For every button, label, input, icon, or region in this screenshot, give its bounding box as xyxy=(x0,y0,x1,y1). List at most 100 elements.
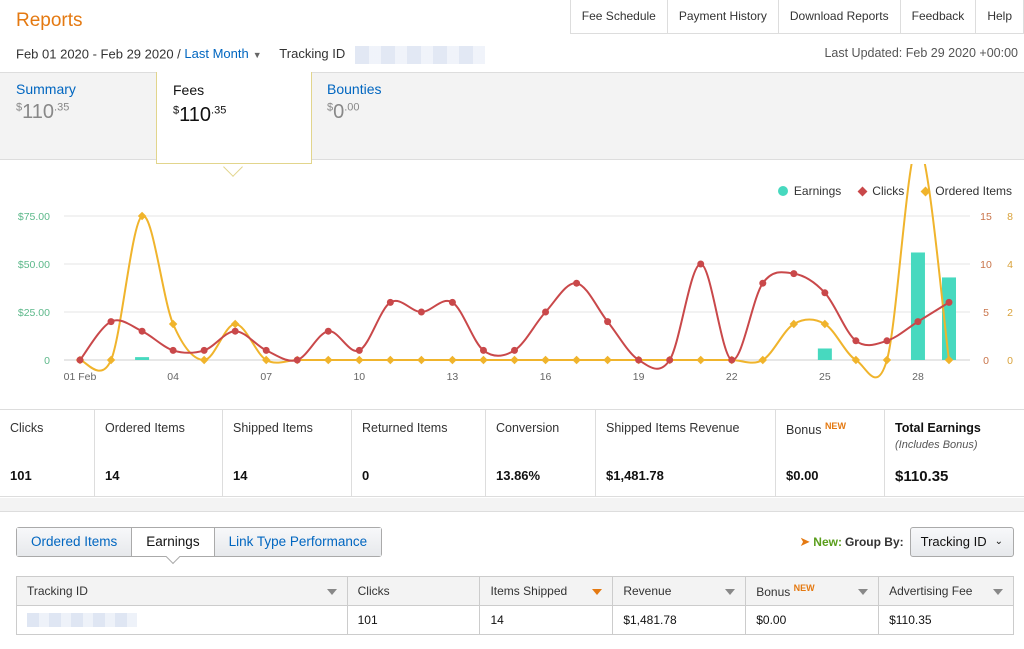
col-tracking-id[interactable]: Tracking ID xyxy=(16,576,348,606)
clicks-point xyxy=(573,279,581,287)
ordered-items-point xyxy=(199,355,209,365)
ordered-items-point xyxy=(106,355,116,365)
stats-bar: Clicks 101 Ordered Items 14 Shipped Items 1… xyxy=(0,409,1024,497)
x-tick-label: 28 xyxy=(912,371,924,383)
feedback-link[interactable]: Feedback xyxy=(900,0,977,34)
stat-label: Returned Items xyxy=(362,421,448,435)
ordered-items-point xyxy=(603,355,612,365)
y-tick-label-ordered: 0 xyxy=(1007,355,1013,367)
x-tick-label: 22 xyxy=(726,371,738,383)
stat-ordered-items: Ordered Items 14 xyxy=(95,410,223,496)
clicks-point xyxy=(635,356,643,364)
earnings-bar xyxy=(817,348,832,360)
cell-revenue: $1,481.78 xyxy=(612,605,747,635)
last-updated: Last Updated: Feb 29 2020 +00:00 xyxy=(824,46,1018,60)
clicks-point xyxy=(324,327,332,335)
clicks-point xyxy=(666,356,674,364)
clicks-point xyxy=(728,356,736,364)
chart-svg: 0 0 0 $25.00 5 2 $50.00 10 4 $75.00 15 8 01 Feb 04 07 1… xyxy=(18,164,1013,383)
new-label: New: xyxy=(813,535,842,549)
x-tick-label: 19 xyxy=(633,371,645,383)
col-revenue[interactable]: Revenue xyxy=(612,576,747,606)
tab-bounties[interactable]: Bounties $0.00 xyxy=(327,81,381,124)
clicks-point xyxy=(231,327,239,335)
stat-label: Conversion xyxy=(496,421,560,435)
y-tick-label-earnings: 0 xyxy=(44,355,50,367)
table-row: 101 14 $1,481.78 $0.00 $110.35 xyxy=(16,605,1014,635)
legend-clicks[interactable]: Clicks xyxy=(857,184,904,198)
clicks-point xyxy=(448,298,456,306)
tab-fees-label: Fees xyxy=(173,82,205,98)
group-by: ➤ New: Group By: Tracking ID ⌄ xyxy=(799,527,1014,557)
stat-returned-items: Returned Items 0 xyxy=(352,410,486,496)
clicks-point xyxy=(200,346,208,354)
col-bonus[interactable]: Bonus NEW xyxy=(745,576,880,606)
tracking-id-redacted[interactable] xyxy=(354,46,485,64)
sort-icon xyxy=(858,589,869,595)
stat-value: $110.35 xyxy=(895,468,949,485)
clicks-point xyxy=(76,356,84,364)
stat-sublabel: (Includes Bonus) xyxy=(895,439,978,451)
stat-label: Total Earnings xyxy=(895,421,981,435)
summary-tabs: Summary $110.35 Bounties $0.00 xyxy=(0,72,1024,160)
tab-earnings-label: Earnings xyxy=(146,534,200,549)
ordered-items-point xyxy=(448,355,457,365)
stat-shipped-revenue: Shipped Items Revenue $1,481.78 xyxy=(596,410,776,496)
legend-ordered-label: Ordered Items xyxy=(935,184,1012,198)
stat-value: $0.00 xyxy=(786,468,819,483)
date-range-dropdown[interactable]: Last Month ▼ xyxy=(184,46,261,61)
earnings-chart: 0 0 0 $25.00 5 2 $50.00 10 4 $75.00 15 8 01 Feb 04 07 1… xyxy=(0,164,1024,404)
stat-clicks: Clicks 101 xyxy=(0,410,95,496)
fee-schedule-link[interactable]: Fee Schedule xyxy=(570,0,668,34)
tracking-id-redacted xyxy=(27,613,137,628)
clicks-point xyxy=(107,318,115,326)
ordered-items-point xyxy=(882,355,892,365)
tab-link-type-performance[interactable]: Link Type Performance xyxy=(214,528,382,556)
earnings-bar xyxy=(910,252,925,360)
y-tick-label-clicks: 0 xyxy=(983,355,989,367)
x-tick-label: 07 xyxy=(260,371,272,383)
legend-ordered[interactable]: Ordered Items xyxy=(920,184,1012,198)
earnings-swatch-icon xyxy=(777,186,788,196)
payment-history-link[interactable]: Payment History xyxy=(667,0,779,34)
ordered-items-point xyxy=(324,355,333,365)
y-tick-label-clicks: 15 xyxy=(980,211,992,223)
earnings-table: Tracking ID Clicks Items Shipped Revenue… xyxy=(16,576,1014,635)
clicks-point xyxy=(821,289,829,297)
group-by-value: Tracking ID xyxy=(920,534,987,549)
report-tabs: Ordered Items Earnings Link Type Perform… xyxy=(16,527,383,565)
col-clicks[interactable]: Clicks xyxy=(346,576,481,606)
clicks-point xyxy=(479,346,487,354)
stat-label: Ordered Items xyxy=(105,421,185,435)
download-reports-link[interactable]: Download Reports xyxy=(778,0,901,34)
clicks-point xyxy=(511,346,518,354)
new-badge: NEW xyxy=(824,421,846,431)
y-tick-label-clicks: 5 xyxy=(983,307,989,319)
cell-tracking-id xyxy=(16,605,348,635)
tab-bounties-amount: $0.00 xyxy=(327,101,360,123)
stat-value: 0 xyxy=(362,468,370,483)
y-tick-label-ordered: 8 xyxy=(1007,211,1013,223)
x-tick-label: 25 xyxy=(819,371,831,383)
tab-fees[interactable]: Fees $110.35 xyxy=(156,72,312,164)
earnings-bar xyxy=(135,357,150,360)
clicks-point xyxy=(697,260,705,268)
group-by-select[interactable]: Tracking ID ⌄ xyxy=(909,527,1014,557)
y-tick-label-earnings: $75.00 xyxy=(18,211,50,223)
tab-ordered-items[interactable]: Ordered Items xyxy=(17,528,133,556)
y-tick-label-clicks: 10 xyxy=(980,259,992,271)
y-tick-label-ordered: 2 xyxy=(1007,307,1013,319)
col-items-shipped[interactable]: Items Shipped xyxy=(479,576,614,606)
legend-earnings[interactable]: Earnings xyxy=(777,184,841,198)
tab-earnings[interactable]: Earnings xyxy=(132,528,215,565)
tab-summary[interactable]: Summary $110.35 xyxy=(16,81,76,124)
tab-summary-amount: $110.35 xyxy=(16,101,70,123)
ordered-items-point xyxy=(386,355,395,365)
col-advertising-fee[interactable]: Advertising Fee xyxy=(878,576,1014,606)
tab-summary-label: Summary xyxy=(16,81,76,97)
tracking-id-label: Tracking ID xyxy=(279,46,346,62)
tab-bounties-label: Bounties xyxy=(327,81,382,97)
ordered-items-point xyxy=(417,355,426,365)
help-link[interactable]: Help xyxy=(976,0,1024,34)
sort-icon xyxy=(993,589,1003,595)
